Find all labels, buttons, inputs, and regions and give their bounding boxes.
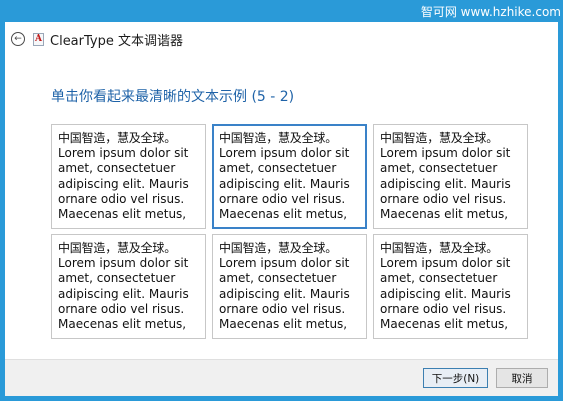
sample-heading: 中国智造，慧及全球。 — [58, 241, 177, 255]
sample-line: Lorem ipsum dolor sit — [380, 146, 511, 161]
sample-line: amet, consectetuer — [58, 271, 176, 286]
sample-heading: 中国智造，慧及全球。 — [219, 131, 338, 145]
cleartype-tuner-window: ← A ClearType 文本调谐器 单击你看起来最清晰的文本示例 (5 - … — [5, 22, 558, 396]
sample-heading: 中国智造，慧及全球。 — [380, 241, 499, 255]
sample-line: adipiscing elit. Mauris — [380, 286, 511, 301]
sample-line: Lorem ipsum dolor sit — [58, 146, 189, 161]
sample-line: amet, consectetuer — [58, 161, 176, 176]
sample-line: amet, consectetuer — [380, 271, 498, 286]
sample-line: amet, consectetuer — [219, 161, 337, 176]
cancel-button[interactable]: 取消 — [496, 368, 548, 388]
sample-line: Lorem ipsum dolor sit — [58, 256, 189, 271]
sample-line: ornare odio vel risus. — [58, 191, 185, 206]
sample-heading: 中国智造，慧及全球。 — [219, 241, 338, 255]
sample-line: ornare odio vel risus. — [219, 301, 346, 316]
sample-line: Lorem ipsum dolor sit — [380, 256, 511, 271]
sample-line: adipiscing elit. Mauris — [219, 176, 350, 191]
window-title: ClearType 文本调谐器 — [50, 33, 183, 49]
sample-line: adipiscing elit. Mauris — [219, 286, 350, 301]
sample-line: Lorem ipsum dolor sit — [219, 256, 350, 271]
text-sample-2[interactable]: 中国智造，慧及全球。 Lorem ipsum dolor sit amet, con… — [212, 124, 367, 229]
text-sample-6[interactable]: 中国智造，慧及全球。 Lorem ipsum dolor sit amet, con… — [373, 234, 528, 339]
dialog-footer: 下一步(N) 取消 — [5, 359, 558, 396]
sample-line: Lorem ipsum dolor sit — [219, 146, 350, 161]
back-arrow-icon[interactable]: ← — [11, 32, 25, 46]
sample-line: ornare odio vel risus. — [58, 301, 185, 316]
sample-line: ornare odio vel risus. — [219, 191, 346, 206]
instruction-heading: 单击你看起来最清晰的文本示例 (5 - 2) — [51, 89, 295, 105]
sample-line: Maecenas elit metus, — [219, 207, 348, 222]
sample-line: amet, consectetuer — [219, 271, 337, 286]
text-sample-1[interactable]: 中国智造，慧及全球。 Lorem ipsum dolor sit amet, con… — [51, 124, 206, 229]
sample-heading: 中国智造，慧及全球。 — [58, 131, 177, 145]
sample-line: Maecenas elit metus, — [58, 317, 187, 332]
sample-line: amet, consectetuer — [380, 161, 498, 176]
sample-line: Maecenas elit metus, — [58, 207, 187, 222]
sample-line: Maecenas elit metus, — [380, 317, 509, 332]
sample-line: Maecenas elit metus, — [380, 207, 509, 222]
title-bar: ← A ClearType 文本调谐器 — [5, 22, 558, 56]
sample-line: adipiscing elit. Mauris — [380, 176, 511, 191]
sample-heading: 中国智造，慧及全球。 — [380, 131, 499, 145]
text-sample-3[interactable]: 中国智造，慧及全球。 Lorem ipsum dolor sit amet, con… — [373, 124, 528, 229]
sample-line: adipiscing elit. Mauris — [58, 286, 189, 301]
text-sample-5[interactable]: 中国智造，慧及全球。 Lorem ipsum dolor sit amet, con… — [212, 234, 367, 339]
site-watermark: 智可网 www.hzhike.com — [420, 4, 561, 19]
sample-line: ornare odio vel risus. — [380, 301, 507, 316]
sample-line: ornare odio vel risus. — [380, 191, 507, 206]
next-button[interactable]: 下一步(N) — [423, 368, 488, 388]
cleartype-app-icon: A — [33, 32, 44, 46]
text-sample-4[interactable]: 中国智造，慧及全球。 Lorem ipsum dolor sit amet, con… — [51, 234, 206, 339]
sample-line: Maecenas elit metus, — [219, 317, 348, 332]
sample-line: adipiscing elit. Mauris — [58, 176, 189, 191]
